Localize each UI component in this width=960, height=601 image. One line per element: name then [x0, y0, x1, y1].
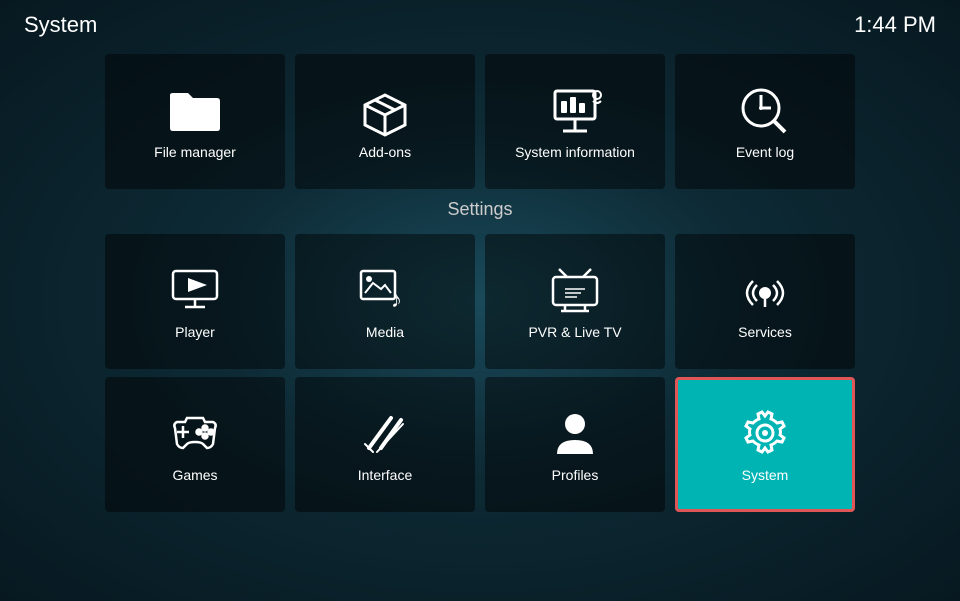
player-icon	[165, 263, 225, 318]
top-tiles-row: File manager Add-ons System information	[0, 54, 960, 189]
tile-services-label: Services	[738, 324, 792, 340]
settings-row-1: Player ♪ Media	[0, 234, 960, 369]
folder-icon	[165, 83, 225, 138]
interface-icon	[355, 406, 415, 461]
tile-games-label: Games	[172, 467, 217, 483]
tile-media-label: Media	[366, 324, 404, 340]
tile-system-label: System	[742, 467, 789, 483]
tv-icon	[545, 263, 605, 318]
tile-player[interactable]: Player	[105, 234, 285, 369]
tile-system-information-label: System information	[515, 144, 635, 160]
tile-media[interactable]: ♪ Media	[295, 234, 475, 369]
clock: 1:44 PM	[854, 12, 936, 38]
page-title: System	[24, 12, 97, 38]
tile-system-information[interactable]: System information	[485, 54, 665, 189]
tile-file-manager-label: File manager	[154, 144, 236, 160]
tile-file-manager[interactable]: File manager	[105, 54, 285, 189]
settings-row-2: Games Interface Profiles Syste	[0, 377, 960, 512]
tile-interface-label: Interface	[358, 467, 412, 483]
box-icon	[355, 83, 415, 138]
svg-text:♪: ♪	[391, 287, 402, 312]
projector-icon	[545, 83, 605, 138]
tile-pvr-live-tv-label: PVR & Live TV	[528, 324, 621, 340]
tile-pvr-live-tv[interactable]: PVR & Live TV	[485, 234, 665, 369]
tile-profiles[interactable]: Profiles	[485, 377, 665, 512]
services-icon	[735, 263, 795, 318]
tile-services[interactable]: Services	[675, 234, 855, 369]
tile-interface[interactable]: Interface	[295, 377, 475, 512]
media-icon: ♪	[355, 263, 415, 318]
games-icon	[165, 406, 225, 461]
tile-games[interactable]: Games	[105, 377, 285, 512]
tile-event-log[interactable]: Event log	[675, 54, 855, 189]
tile-profiles-label: Profiles	[552, 467, 599, 483]
tile-add-ons-label: Add-ons	[359, 144, 411, 160]
system-icon	[735, 406, 795, 461]
tile-system[interactable]: System	[675, 377, 855, 512]
header: System 1:44 PM	[0, 0, 960, 50]
profiles-icon	[545, 406, 605, 461]
clock-search-icon	[735, 83, 795, 138]
settings-section-label: Settings	[0, 189, 960, 226]
tile-player-label: Player	[175, 324, 215, 340]
tile-event-log-label: Event log	[736, 144, 794, 160]
tile-add-ons[interactable]: Add-ons	[295, 54, 475, 189]
